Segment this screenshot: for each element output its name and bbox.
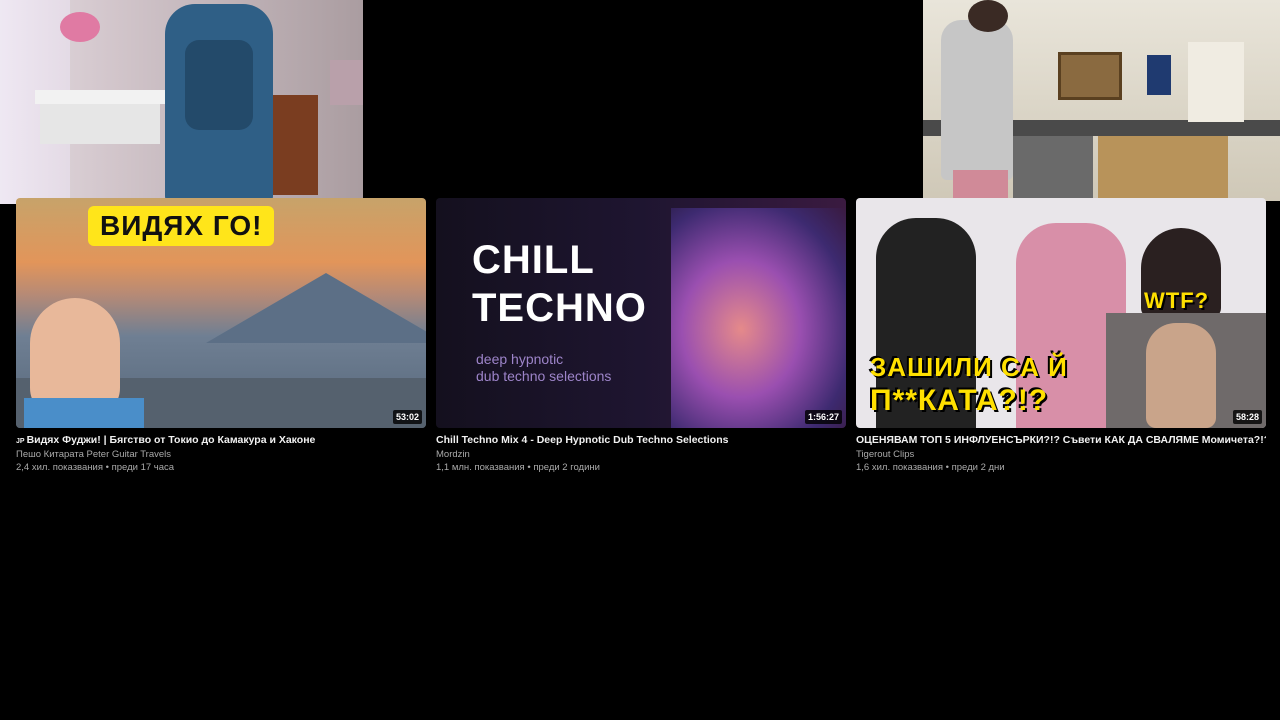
mirror bbox=[1058, 52, 1122, 100]
webcam-overlay-right bbox=[923, 0, 1280, 201]
webcam-overlay-left bbox=[0, 0, 363, 204]
channel-name[interactable]: Mordzin bbox=[436, 449, 846, 460]
dishwasher bbox=[1013, 136, 1093, 201]
mountain-fuji bbox=[206, 273, 426, 343]
view-count: 1,6 хил. показвания bbox=[856, 462, 943, 473]
video-meta: 1,6 хил. показвания • преди 2 дни bbox=[856, 462, 1266, 473]
view-count: 2,4 хил. показвания bbox=[16, 462, 103, 473]
thumbnail-caption-line-2: П**КАТА?!? bbox=[870, 384, 1049, 417]
door bbox=[1188, 42, 1244, 122]
video-duration: 1:56:27 bbox=[804, 410, 842, 424]
video-card-3[interactable]: WTF? ЗАШИЛИ СА Й П**КАТА?!? 58:28 ОЦЕНЯВ… bbox=[856, 198, 1266, 473]
video-title-text: Видях Фуджи! | Бягство от Токио до Камак… bbox=[26, 434, 316, 446]
video-title[interactable]: Chill Techno Mix 4 - Deep Hypnotic Dub T… bbox=[436, 434, 846, 446]
upload-age: преди 2 години bbox=[533, 462, 600, 473]
video-duration: 58:28 bbox=[1232, 410, 1262, 424]
flag-label: JP bbox=[16, 438, 25, 445]
view-count: 1,1 млн. показвания bbox=[436, 462, 525, 473]
notice-board bbox=[1147, 55, 1171, 95]
thumbnail-subtitle-line-2: dub techno selections bbox=[476, 368, 612, 384]
desk bbox=[35, 90, 175, 104]
video-thumbnail[interactable]: CHILL TECHNO deep hypnotic dub techno se… bbox=[436, 198, 846, 428]
person-hair bbox=[968, 0, 1008, 32]
meta-separator: • bbox=[102, 462, 112, 473]
person-standing bbox=[941, 20, 1013, 180]
chair-cushion bbox=[185, 40, 253, 130]
channel-name[interactable]: Пешо Китарата Peter Guitar Travels bbox=[16, 449, 426, 460]
person-pants bbox=[953, 170, 1008, 201]
abstract-head-art bbox=[671, 208, 846, 428]
video-title[interactable]: JP Видях Фуджи! | Бягство от Токио до Кам… bbox=[16, 434, 426, 446]
desk-drawer bbox=[40, 104, 160, 144]
video-card-1[interactable]: ВИДЯХ ГО! 53:02 JP Видях Фуджи! | Бягство… bbox=[16, 198, 426, 473]
upload-age: преди 2 дни bbox=[951, 462, 1005, 473]
pillow bbox=[330, 60, 363, 105]
upload-age: преди 17 часа bbox=[111, 462, 175, 473]
streamer-face bbox=[1146, 323, 1216, 428]
thumbnail-title-line-2: TECHNO bbox=[472, 286, 647, 330]
video-meta: 2,4 хил. показвания • преди 17 часа bbox=[16, 462, 426, 473]
video-meta: 1,1 млн. показвания • преди 2 години bbox=[436, 462, 846, 473]
thumbnail-caption-line-1: ЗАШИЛИ СА Й bbox=[870, 352, 1068, 382]
video-card-2[interactable]: CHILL TECHNO deep hypnotic dub techno se… bbox=[436, 198, 846, 473]
presenter-shirt bbox=[24, 398, 144, 428]
thumbnail-subtitle-line-1: deep hypnotic bbox=[476, 351, 564, 367]
channel-name[interactable]: Tigerout Clips bbox=[856, 449, 1266, 460]
flowers bbox=[60, 12, 100, 42]
video-title[interactable]: ОЦЕНЯВАМ ТОП 5 ИНФЛУЕНСЪРКИ?!? Съвети КА… bbox=[856, 434, 1266, 446]
video-duration: 53:02 bbox=[392, 410, 422, 424]
cabinets bbox=[1098, 136, 1228, 201]
video-thumbnail[interactable]: ВИДЯХ ГО! 53:02 bbox=[16, 198, 426, 428]
thumbnail-title-line-1: CHILL bbox=[472, 238, 595, 282]
thumbnail-badge: WTF? bbox=[1144, 288, 1210, 313]
video-thumbnail[interactable]: WTF? ЗАШИЛИ СА Й П**КАТА?!? 58:28 bbox=[856, 198, 1266, 428]
meta-separator: • bbox=[942, 462, 952, 473]
thumbnail-caption: ВИДЯХ ГО! bbox=[88, 206, 275, 246]
